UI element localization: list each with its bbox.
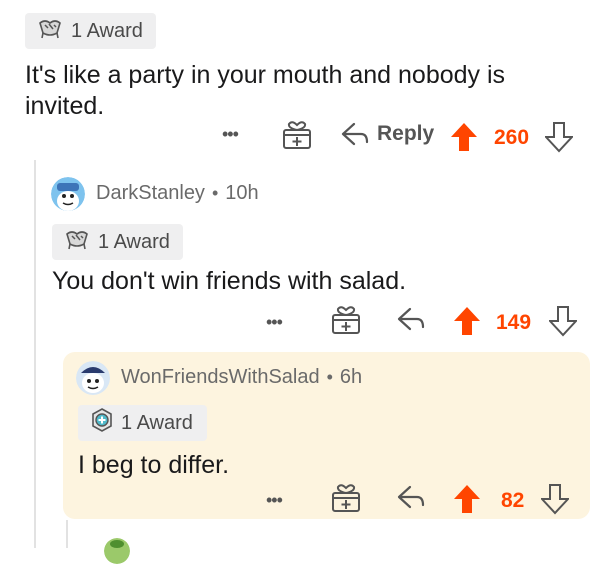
vote-score: 82 xyxy=(501,489,525,512)
downvote-arrow-icon xyxy=(545,122,573,153)
silver-award-icon xyxy=(64,228,90,256)
give-award-button[interactable] xyxy=(330,304,362,336)
gift-icon xyxy=(283,121,311,149)
award-chip[interactable]: 1 Award xyxy=(52,224,183,260)
reply-button[interactable] xyxy=(397,484,425,510)
award-chip[interactable]: 1 Award xyxy=(25,13,156,49)
give-award-button[interactable] xyxy=(330,482,362,514)
reply-arrow-icon xyxy=(397,485,425,509)
give-award-button[interactable] xyxy=(281,119,313,151)
reply-button[interactable]: Reply xyxy=(341,121,434,147)
award-count: 1 Award xyxy=(71,19,143,42)
username-link[interactable]: DarkStanley xyxy=(96,182,205,205)
silver-award-icon xyxy=(37,17,63,45)
timestamp: 6h xyxy=(339,366,363,388)
more-options-button[interactable]: ••• xyxy=(222,124,239,145)
meta-separator: • xyxy=(211,183,219,203)
upvote-button[interactable] xyxy=(453,305,481,337)
more-options-button[interactable]: ••• xyxy=(266,490,283,511)
vote-score: 260 xyxy=(494,126,530,149)
reply-arrow-icon xyxy=(341,122,369,146)
comment-meta: WonFriendsWithSalad • 6h xyxy=(121,366,362,389)
helpful-award-icon xyxy=(90,408,114,438)
vote-score: 149 xyxy=(496,311,532,334)
award-chip[interactable]: 1 Award xyxy=(78,405,207,441)
downvote-button[interactable] xyxy=(541,483,569,515)
gift-icon xyxy=(332,484,360,512)
comment-body: I beg to differ. xyxy=(78,451,230,479)
thread-line[interactable] xyxy=(66,520,68,548)
more-options-button[interactable]: ••• xyxy=(266,312,283,333)
comment-body: It's like a party in your mouth and nobo… xyxy=(25,61,506,120)
downvote-button[interactable] xyxy=(549,305,577,337)
comment-meta: DarkStanley • 10h xyxy=(96,182,259,205)
comment-body: You don't win friends with salad. xyxy=(52,267,407,295)
downvote-button[interactable] xyxy=(545,121,573,153)
username-link[interactable]: WonFriendsWithSalad xyxy=(121,366,320,389)
timestamp: 10h xyxy=(225,182,259,204)
award-count: 1 Award xyxy=(98,230,170,253)
upvote-arrow-icon xyxy=(454,485,480,513)
reply-button[interactable] xyxy=(397,306,425,332)
upvote-button[interactable] xyxy=(450,121,478,153)
gift-icon xyxy=(332,306,360,334)
avatar[interactable] xyxy=(76,361,110,395)
avatar[interactable] xyxy=(104,538,130,564)
award-count: 1 Award xyxy=(121,411,193,434)
upvote-arrow-icon xyxy=(454,307,480,335)
upvote-button[interactable] xyxy=(453,483,481,515)
upvote-arrow-icon xyxy=(451,123,477,151)
meta-separator: • xyxy=(326,367,333,387)
avatar[interactable] xyxy=(51,177,85,211)
thread-line[interactable] xyxy=(34,160,36,548)
reply-arrow-icon xyxy=(397,307,425,331)
downvote-arrow-icon xyxy=(549,306,577,337)
downvote-arrow-icon xyxy=(541,484,569,515)
